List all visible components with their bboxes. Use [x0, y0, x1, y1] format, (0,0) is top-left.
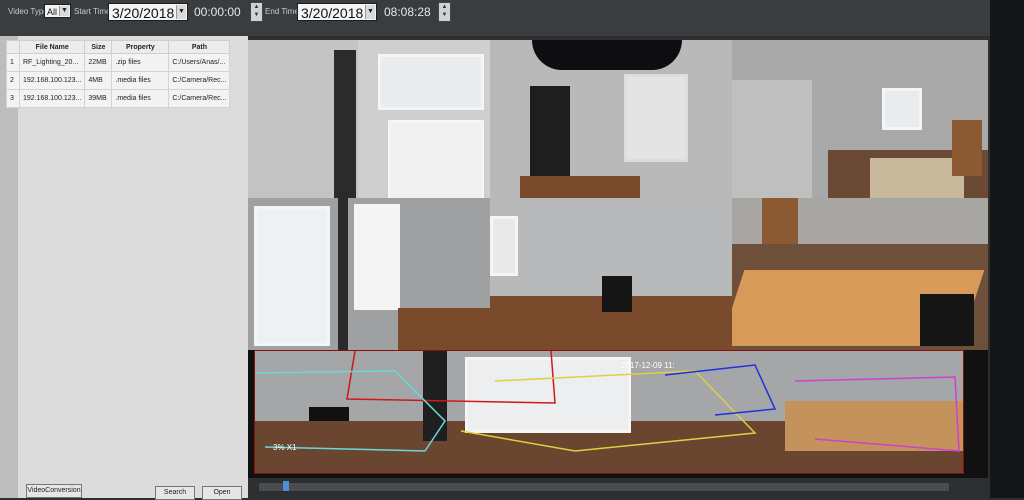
end-date-picker[interactable]: 3/20/2018 ▼ [297, 3, 377, 21]
table-header-row: File Name Size Property Path [6, 40, 231, 54]
start-date-picker[interactable]: 3/20/2018 ▼ [108, 3, 188, 21]
chair [920, 294, 974, 346]
end-time-label: End Time [265, 7, 299, 16]
camera-view-2[interactable] [490, 40, 732, 198]
video-type-value: All [47, 7, 58, 17]
window [254, 206, 330, 346]
row-index: 1 [6, 53, 20, 72]
camera-view-5[interactable] [490, 198, 732, 350]
start-date-value: 3/20/2018 [112, 5, 175, 21]
video-conversion-button[interactable]: VideoConversion [26, 484, 82, 498]
zoom-label: 3% X1 [273, 443, 297, 452]
video-type-select[interactable]: All ▼ [44, 4, 71, 18]
video-playback-area[interactable]: 2017-12-09 11: 3% X1 [248, 40, 988, 478]
window [354, 204, 400, 310]
index-header [6, 40, 20, 54]
file-name-cell[interactable]: RF_Lighting_20... [18, 53, 86, 72]
chevron-down-icon[interactable]: ▼ [59, 6, 69, 16]
chevron-down-icon[interactable]: ▼ [176, 5, 186, 19]
timeline-thumb[interactable] [283, 481, 289, 491]
column-header[interactable]: File Name [18, 40, 86, 54]
camera-cable [338, 198, 348, 350]
size-cell[interactable]: 4MB [84, 71, 113, 90]
camera-view-1[interactable] [248, 40, 490, 198]
file-name-cell[interactable]: 192.168.100.123... [18, 89, 86, 108]
row-index: 2 [6, 71, 20, 90]
doorway [530, 86, 570, 190]
cabinet [952, 120, 982, 176]
start-time-spinner[interactable]: ▲ ▼ [250, 2, 263, 22]
table [870, 158, 964, 198]
chevron-down-icon[interactable]: ▼ [365, 5, 375, 19]
end-time-spinner[interactable]: ▲ ▼ [438, 2, 451, 22]
property-cell[interactable]: .media files [111, 71, 170, 90]
timestamp-overlay: 2017-12-09 11: [621, 361, 675, 370]
table-row[interactable]: 3 192.168.100.123... 39MB .media files C… [6, 89, 231, 108]
start-time-value[interactable]: 00:00:00 [194, 5, 241, 19]
path-cell[interactable]: C:/Users/Anas/... [168, 53, 231, 72]
end-time-value[interactable]: 08:08:28 [384, 5, 431, 19]
property-cell[interactable]: .media files [111, 89, 170, 108]
window [388, 120, 484, 198]
size-cell[interactable]: 39MB [84, 89, 113, 108]
region-overlay [255, 351, 960, 452]
panorama-view[interactable]: 2017-12-09 11: 3% X1 [254, 350, 964, 474]
size-cell[interactable]: 22MB [84, 53, 113, 72]
wall [732, 80, 812, 198]
table-row[interactable]: 1 RF_Lighting_20... 22MB .zip files C:/U… [6, 53, 231, 72]
column-header[interactable]: Path [168, 40, 231, 54]
table-row[interactable]: 2 192.168.100.123... 4MB .media files C:… [6, 71, 231, 90]
column-header[interactable]: Size [84, 40, 113, 54]
column-header[interactable]: Property [111, 40, 170, 54]
screen-bezel [990, 0, 1024, 498]
window-blinds [624, 74, 688, 162]
timeline-scrollbar[interactable] [258, 481, 950, 492]
property-cell[interactable]: .zip files [111, 53, 170, 72]
file-name-cell[interactable]: 192.168.100.123... [18, 71, 86, 90]
start-time-label: Start Time [74, 7, 111, 16]
row-index: 3 [6, 89, 20, 108]
end-date-value: 3/20/2018 [301, 5, 364, 21]
path-cell[interactable]: C:/Camera/Rec... [168, 71, 231, 90]
camera-view-6[interactable] [732, 198, 988, 350]
fisheye-edge [532, 40, 682, 70]
camera-view-3[interactable] [732, 40, 988, 198]
chair [602, 276, 632, 312]
floor [398, 308, 490, 350]
file-table: File Name Size Property Path 1 RF_Lighti… [6, 40, 231, 108]
curtain [334, 50, 356, 198]
camera-view-4[interactable] [248, 198, 490, 350]
path-cell[interactable]: C:/Camera/Rec... [168, 89, 231, 108]
toolbar: Video Type All ▼ Start Time 3/20/2018 ▼ … [0, 0, 990, 37]
video-type-label: Video Type [8, 7, 48, 16]
window [882, 88, 922, 130]
window [378, 54, 484, 110]
cabinet [762, 198, 798, 250]
window-blinds [490, 216, 518, 276]
floor [520, 176, 640, 198]
